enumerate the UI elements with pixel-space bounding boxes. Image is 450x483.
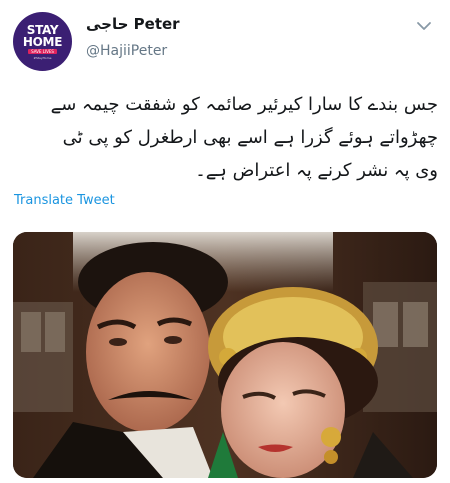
tweet-text-line: چھڑواتے ہوئے گزرا ہے اسے بھی ارطغرل کو پ…: [62, 127, 438, 148]
avatar-text-save-lives: SAVE LIVES: [28, 48, 57, 54]
avatar[interactable]: STAY HOME SAVE LIVES #StayHome: [13, 12, 72, 71]
translate-tweet-link[interactable]: Translate Tweet: [14, 193, 115, 208]
tweet-text-line: وی پہ نشر کرنے پہ اعتراض ہے۔: [195, 160, 438, 181]
display-name[interactable]: حاجی Peter: [86, 15, 180, 33]
avatar-text-home: HOME: [22, 34, 63, 49]
avatar-text-stay: STAY: [26, 22, 59, 37]
tweet-text-line: جس بندے کا سارا کیرئیر صائمہ کو شفقت چیم…: [50, 94, 438, 115]
tweet-media-image[interactable]: [13, 232, 437, 478]
photo: [13, 232, 437, 478]
user-handle[interactable]: @HajiiPeter: [86, 43, 167, 59]
chevron-down-icon[interactable]: [414, 16, 434, 36]
avatar-text-hashtag: #StayHome: [33, 55, 52, 60]
tweet-text: جس بندے کا سارا کیرئیر صائمہ کو شفقت چیم…: [14, 88, 438, 187]
